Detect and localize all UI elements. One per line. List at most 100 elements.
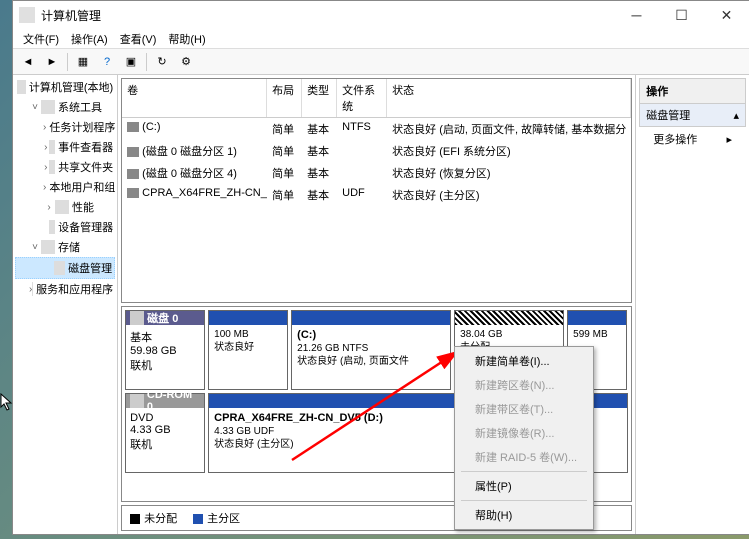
tree-shared-folders[interactable]: ›共享文件夹 [15, 157, 115, 177]
expand-icon[interactable]: › [43, 202, 55, 213]
disk-size: 59.98 GB [130, 345, 200, 357]
tree-device-manager[interactable]: 设备管理器 [15, 217, 115, 237]
menu-action[interactable]: 操作(A) [67, 29, 112, 49]
volume-row[interactable]: (C:)简单基本NTFS状态良好 (启动, 页面文件, 故障转储, 基本数据分 [122, 118, 631, 140]
computer-icon [17, 80, 26, 94]
actions-sub-label: 磁盘管理 [646, 107, 690, 123]
close-button[interactable]: ✕ [704, 1, 749, 29]
context-menu: 新建简单卷(I)...新建跨区卷(N)...新建带区卷(T)...新建镜像卷(R… [454, 346, 594, 530]
folder-icon [49, 160, 56, 174]
toolbar: ◄ ► ▦ ? ▣ ↻ ⚙ [13, 49, 749, 75]
device-icon [49, 220, 56, 234]
titlebar: 计算机管理 ─ ☐ ✕ [13, 1, 749, 29]
tree-system-tools[interactable]: ˅ 系统工具 [15, 97, 115, 117]
tree-label: 共享文件夹 [58, 159, 113, 175]
actions-disk-mgmt[interactable]: 磁盘管理 ▴ [639, 104, 746, 127]
tree-disk-management[interactable]: 磁盘管理 [15, 257, 115, 279]
services-icon [32, 282, 33, 296]
refresh-button[interactable]: ↻ [151, 51, 173, 73]
tree-performance[interactable]: › 性能 [15, 197, 115, 217]
tree-root[interactable]: 计算机管理(本地) [15, 77, 115, 97]
volume-icon [127, 169, 139, 179]
volume-list: 卷 布局 类型 文件系统 状态 (C:)简单基本NTFS状态良好 (启动, 页面… [121, 78, 632, 303]
cursor-icon [0, 393, 14, 411]
show-hide-button[interactable]: ▦ [72, 51, 94, 73]
tree-storage[interactable]: ˅ 存储 [15, 237, 115, 257]
forward-button[interactable]: ► [41, 51, 63, 73]
disk-partition[interactable]: (C:)21.26 GB NTFS状态良好 (启动, 页面文件 [291, 310, 451, 390]
volume-list-body: (C:)简单基本NTFS状态良好 (启动, 页面文件, 故障转储, 基本数据分(… [122, 118, 631, 206]
tree-root-label: 计算机管理(本地) [29, 79, 113, 95]
disk-icon [54, 261, 65, 275]
actions-more[interactable]: 更多操作 ▸ [639, 127, 746, 151]
menu-view[interactable]: 查看(V) [116, 29, 161, 49]
expand-icon[interactable]: › [43, 122, 46, 133]
tree-services[interactable]: ›服务和应用程序 [15, 279, 115, 299]
disk-partition[interactable]: 100 MB状态良好 [208, 310, 288, 390]
tree-label: 设备管理器 [58, 219, 113, 235]
col-volume[interactable]: 卷 [122, 79, 267, 117]
expand-icon[interactable]: ˅ [29, 242, 41, 253]
ctx-item: 新建 RAID-5 卷(W)... [457, 445, 591, 469]
tree-label: 系统工具 [58, 99, 102, 115]
ctx-properties[interactable]: 属性(P) [457, 474, 591, 498]
part-title: CPRA_X64FRE_ZH-CN_DV5 (D:) [214, 412, 383, 424]
event-icon [49, 140, 56, 154]
expand-icon[interactable]: › [43, 182, 46, 193]
tools-icon [41, 100, 55, 114]
ctx-help[interactable]: 帮助(H) [457, 503, 591, 527]
cdrom-type: DVD [130, 412, 200, 424]
tree-pane: 计算机管理(本地) ˅系统工具 ›任务计划程序 ›事件查看器 ›共享文件夹 ›本… [13, 75, 118, 534]
settings-button[interactable]: ⚙ [175, 51, 197, 73]
help-button[interactable]: ? [96, 51, 118, 73]
col-filesystem[interactable]: 文件系统 [337, 79, 387, 117]
legend-unalloc-label: 未分配 [144, 513, 177, 525]
disk-type: 基本 [130, 329, 200, 345]
tree-label: 本地用户和组 [49, 179, 115, 195]
col-type[interactable]: 类型 [302, 79, 337, 117]
cdrom-size: 4.33 GB [130, 424, 200, 436]
volume-row[interactable]: CPRA_X64FRE_ZH-CN_DV5 (D:)简单基本UDF状态良好 (主… [122, 184, 631, 206]
cdrom-header[interactable]: CD-ROM 0 DVD 4.33 GB 联机 [125, 393, 205, 473]
maximize-button[interactable]: ☐ [659, 1, 704, 29]
ctx-item: 新建跨区卷(N)... [457, 373, 591, 397]
volume-row[interactable]: (磁盘 0 磁盘分区 4)简单基本状态良好 (恢复分区) [122, 162, 631, 184]
menu-help[interactable]: 帮助(H) [164, 29, 209, 49]
legend-primary-label: 主分区 [207, 513, 240, 525]
disk-name: 磁盘 0 [147, 310, 178, 326]
volume-row[interactable]: (磁盘 0 磁盘分区 1)简单基本状态良好 (EFI 系统分区) [122, 140, 631, 162]
actions-pane: 操作 磁盘管理▴ 更多操作▸ [636, 75, 749, 534]
volume-icon [127, 147, 139, 157]
tree-label: 服务和应用程序 [36, 281, 113, 297]
volume-icon [127, 122, 139, 132]
view-button[interactable]: ▣ [120, 51, 142, 73]
actions-more-label: 更多操作 [653, 131, 697, 147]
disk-icon [130, 311, 144, 325]
tree-label: 事件查看器 [58, 139, 113, 155]
main-window: 计算机管理 ─ ☐ ✕ 文件(F) 操作(A) 查看(V) 帮助(H) ◄ ► … [12, 0, 749, 535]
cdrom-icon [130, 394, 144, 408]
disk-0-header[interactable]: 磁盘 0 基本 59.98 GB 联机 [125, 310, 205, 390]
expand-icon[interactable]: ˅ [29, 102, 41, 113]
tree-label: 任务计划程序 [49, 119, 115, 135]
minimize-button[interactable]: ─ [614, 1, 659, 29]
tree-task-scheduler[interactable]: ›任务计划程序 [15, 117, 115, 137]
ctx-item[interactable]: 新建简单卷(I)... [457, 349, 591, 373]
perf-icon [55, 200, 69, 214]
menu-file[interactable]: 文件(F) [19, 29, 63, 49]
back-button[interactable]: ◄ [17, 51, 39, 73]
arrow-right-icon: ▸ [726, 133, 732, 146]
col-layout[interactable]: 布局 [267, 79, 302, 117]
tree-local-users[interactable]: ›本地用户和组 [15, 177, 115, 197]
volume-list-header: 卷 布局 类型 文件系统 状态 [122, 79, 631, 118]
menubar: 文件(F) 操作(A) 查看(V) 帮助(H) [13, 29, 749, 49]
collapse-icon: ▴ [733, 109, 739, 122]
tree-event-viewer[interactable]: ›事件查看器 [15, 137, 115, 157]
tree-label: 性能 [72, 199, 94, 215]
app-icon [19, 7, 35, 23]
window-controls: ─ ☐ ✕ [614, 1, 749, 29]
col-status[interactable]: 状态 [387, 79, 631, 117]
tree-label: 存储 [58, 239, 80, 255]
ctx-item: 新建镜像卷(R)... [457, 421, 591, 445]
ctx-item: 新建带区卷(T)... [457, 397, 591, 421]
